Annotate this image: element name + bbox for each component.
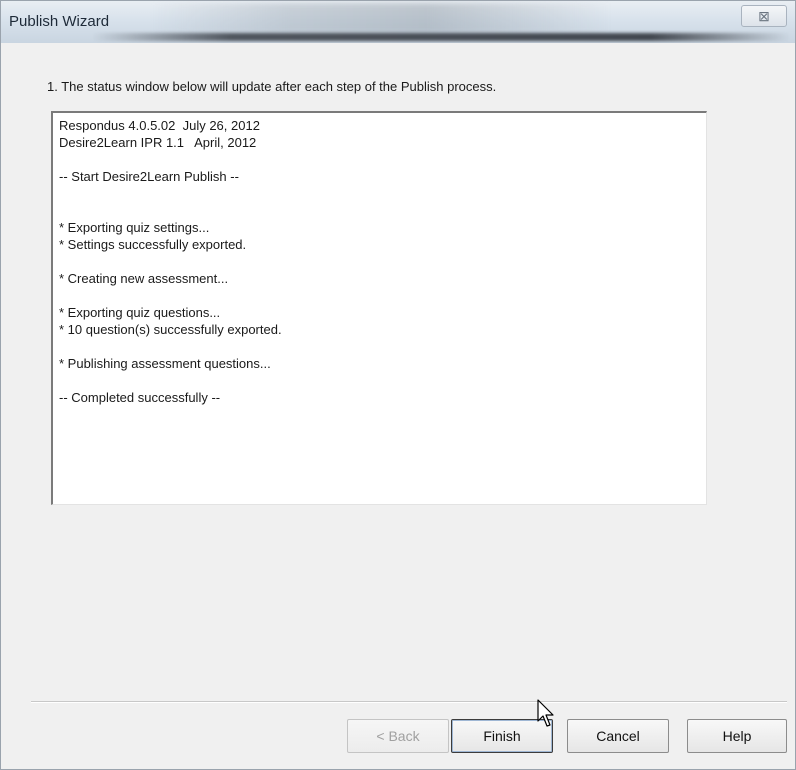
status-line [59, 151, 700, 168]
close-icon: ⊠ [758, 7, 770, 24]
status-line [59, 253, 700, 270]
status-line: Desire2Learn IPR 1.1 April, 2012 [59, 135, 257, 150]
button-separator [31, 701, 787, 703]
status-line: -- Start Desire2Learn Publish -- [59, 169, 239, 184]
cancel-button[interactable]: Cancel [567, 719, 669, 753]
title-bar[interactable]: Publish Wizard ⊠ [1, 1, 795, 43]
status-line: * Exporting quiz questions... [59, 305, 221, 320]
status-line: -- Completed successfully -- [59, 390, 221, 405]
status-line: * 10 question(s) successfully exported. [59, 322, 282, 337]
publish-wizard-window: Publish Wizard ⊠ 1. The status window be… [0, 0, 796, 770]
back-button[interactable]: < Back [347, 719, 449, 753]
status-line: * Exporting quiz settings... [59, 220, 210, 235]
title-bar-background [151, 3, 611, 33]
status-line: * Creating new assessment... [59, 271, 229, 286]
title-bar-shadow [91, 33, 791, 41]
close-button[interactable]: ⊠ [741, 5, 787, 27]
status-window[interactable]: Respondus 4.0.5.02 July 26, 2012 Desire2… [51, 111, 707, 505]
instruction-text: 1. The status window below will update a… [47, 79, 497, 94]
mouse-pointer-icon [537, 699, 554, 727]
status-line [59, 287, 700, 304]
wizard-body: 1. The status window below will update a… [11, 43, 787, 765]
status-line [59, 338, 700, 355]
help-button[interactable]: Help [687, 719, 787, 753]
status-line: * Settings successfully exported. [59, 237, 247, 252]
status-line [59, 372, 700, 389]
window-title: Publish Wizard [9, 13, 110, 30]
status-line: * Publishing assessment questions... [59, 356, 271, 371]
status-line: Respondus 4.0.5.02 July 26, 2012 [59, 118, 260, 133]
status-line [59, 185, 700, 202]
status-line [59, 202, 700, 219]
